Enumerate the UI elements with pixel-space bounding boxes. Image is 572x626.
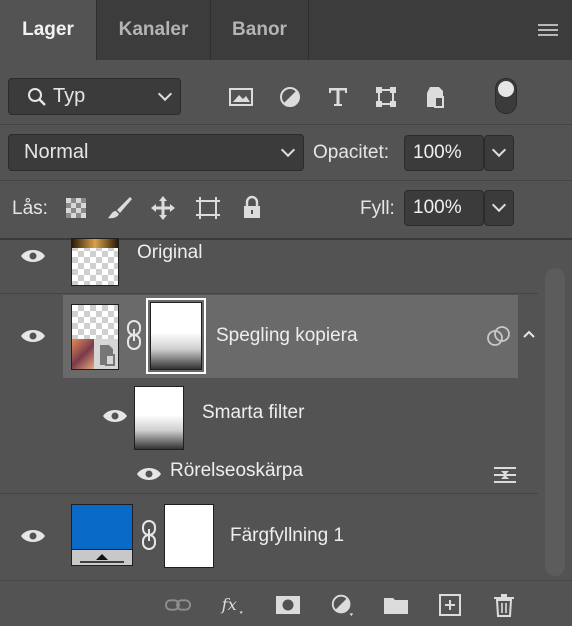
lock-transparent-pixels-icon[interactable]: [65, 197, 87, 219]
fill-layer-thumbnail[interactable]: [71, 504, 133, 566]
tab-channels[interactable]: Kanaler: [97, 0, 211, 60]
new-adjustment-layer-icon[interactable]: [330, 592, 356, 618]
smart-filters-row[interactable]: Smarta filter: [0, 378, 538, 458]
opacity-dropdown-button[interactable]: [484, 135, 514, 171]
new-layer-icon[interactable]: [437, 592, 463, 618]
filter-blending-options-icon[interactable]: [492, 464, 518, 486]
layer-row-fargfyllning-1[interactable]: Färgfyllning 1: [0, 495, 538, 577]
toggle-knob: [498, 81, 514, 97]
chevron-down-icon: [491, 197, 507, 213]
filter-toggle-switch[interactable]: [495, 78, 517, 114]
new-group-folder-icon[interactable]: [383, 592, 409, 618]
blend-mode-value: Normal: [24, 141, 89, 163]
thumbnail-image-preview: [72, 339, 96, 369]
mask-link-chain-icon[interactable]: [141, 519, 157, 551]
thumbnail-image-strip: [72, 239, 118, 248]
chevron-up-icon[interactable]: [522, 329, 536, 339]
visibility-eye-icon[interactable]: [102, 408, 128, 424]
filter-kind-dropdown[interactable]: Typ: [8, 78, 181, 115]
lock-label: Lås:: [12, 198, 48, 219]
smart-filter-mask-thumbnail[interactable]: [134, 386, 184, 450]
filter-row-motion-blur[interactable]: Rörelseoskärpa: [0, 458, 538, 494]
adjustment-filter-icon[interactable]: [277, 84, 303, 110]
fill-value: 100%: [413, 197, 462, 218]
filter-kind-label: Typ: [53, 85, 86, 107]
layer-name[interactable]: Färgfyllning 1: [230, 525, 344, 547]
opacity-label: Opacitet:: [313, 142, 390, 163]
chevron-down-icon: [491, 142, 507, 158]
visibility-eye-icon[interactable]: [20, 248, 46, 264]
layer-thumbnail: [71, 238, 119, 286]
lock-all-icon[interactable]: [241, 195, 263, 221]
lock-artboard-icon[interactable]: [194, 195, 222, 221]
divider: [0, 180, 572, 181]
layer-name[interactable]: Spegling kopiera: [216, 325, 358, 347]
visibility-eye-icon[interactable]: [20, 328, 46, 344]
chevron-down-icon: [157, 86, 173, 101]
smart-object-badge-icon: [94, 339, 118, 369]
type-filter-icon[interactable]: [325, 84, 351, 110]
filter-name[interactable]: Rörelseoskärpa: [170, 460, 303, 482]
tab-label: Banor: [232, 19, 287, 40]
search-icon: [28, 88, 46, 106]
layer-name: Smarta filter: [202, 402, 305, 423]
fill-dropdown-button[interactable]: [484, 190, 514, 226]
layer-row-original[interactable]: Original: [0, 238, 538, 294]
chevron-down-icon: [280, 142, 296, 157]
panel-tab-bar: Lager Kanaler Banor: [0, 0, 572, 60]
tab-paths[interactable]: Banor: [211, 0, 309, 60]
fill-input[interactable]: 100%: [404, 190, 484, 226]
layers-scrollbar[interactable]: [545, 268, 565, 576]
layer-row-spegling-kopiera[interactable]: Spegling kopiera: [0, 295, 538, 378]
tab-layers[interactable]: Lager: [0, 0, 97, 60]
layer-thumbnail: [71, 304, 119, 370]
fill-label: Fyll:: [360, 198, 395, 219]
visibility-eye-icon[interactable]: [136, 466, 162, 482]
smart-object-filter-icon[interactable]: [421, 84, 447, 110]
tab-label: Kanaler: [118, 19, 189, 40]
lock-image-pixels-brush-icon[interactable]: [105, 195, 133, 221]
layer-name[interactable]: Original: [137, 242, 202, 264]
shape-filter-icon[interactable]: [373, 84, 399, 110]
opacity-value: 100%: [413, 142, 462, 163]
divider: [0, 124, 572, 125]
layer-mask-thumbnail[interactable]: [164, 504, 214, 568]
link-layers-icon[interactable]: [165, 592, 191, 618]
blend-mode-dropdown[interactable]: Normal: [8, 134, 304, 171]
mask-link-chain-icon[interactable]: [126, 319, 142, 351]
visibility-eye-icon[interactable]: [20, 528, 46, 544]
svg-text:fx: fx: [221, 595, 237, 614]
lock-position-move-icon[interactable]: [150, 195, 176, 221]
layer-mask-thumbnail[interactable]: [146, 298, 206, 374]
tab-label: Lager: [22, 19, 74, 40]
smart-object-link-icon: [487, 326, 510, 346]
delete-layer-trash-icon[interactable]: [491, 592, 517, 618]
add-layer-mask-icon[interactable]: [275, 592, 301, 618]
image-filter-icon[interactable]: [228, 84, 254, 110]
layer-style-fx-icon[interactable]: fx: [220, 592, 246, 618]
fill-adjustment-badge: [72, 549, 132, 565]
opacity-input[interactable]: 100%: [404, 135, 484, 171]
panel-menu-icon[interactable]: [538, 24, 558, 38]
